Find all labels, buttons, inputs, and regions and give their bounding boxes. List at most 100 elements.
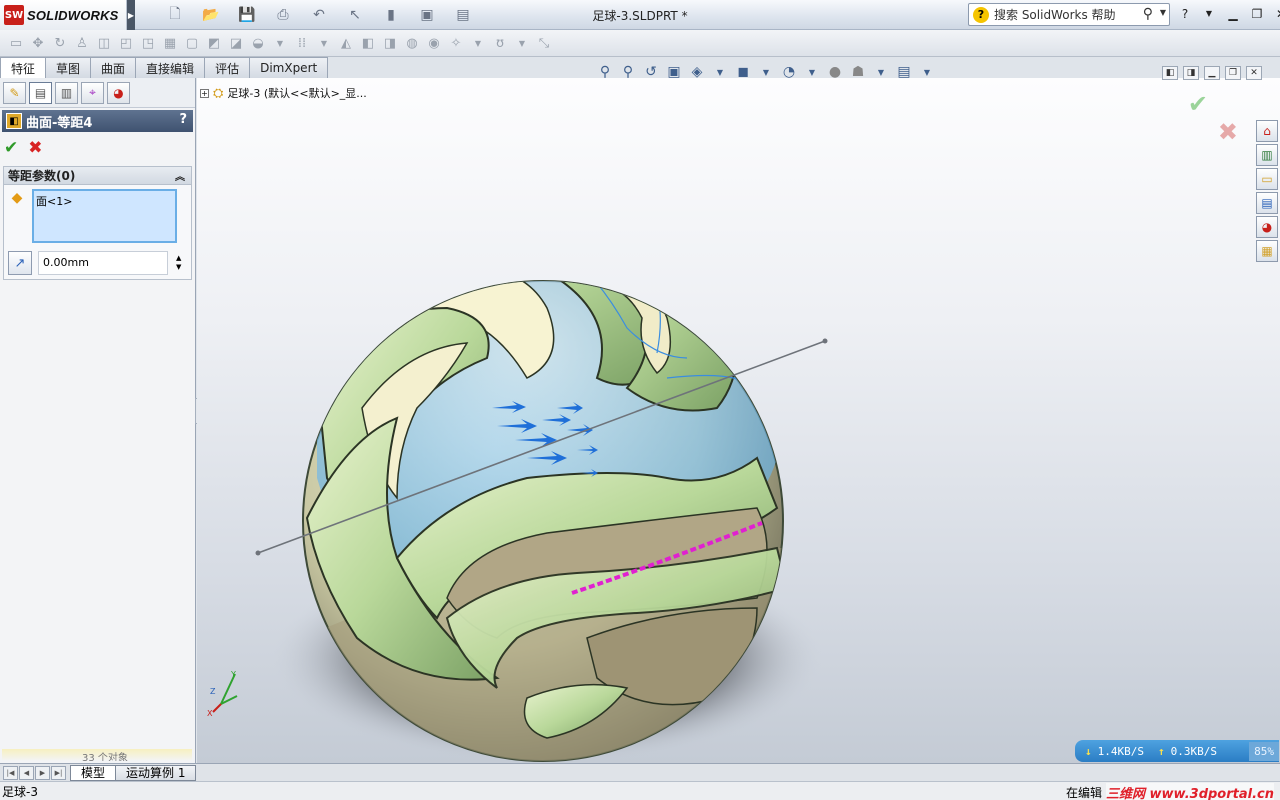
confirm-corner-ok-icon[interactable]: ✔ xyxy=(1188,90,1208,118)
cancel-button[interactable]: ✖ xyxy=(28,138,42,158)
view-settings-icon[interactable]: ▤ xyxy=(895,63,913,81)
reverse-direction-icon[interactable]: ↗ xyxy=(8,251,32,275)
menu-expand-arrow-icon[interactable]: ▶ xyxy=(127,0,135,30)
tab-evaluate[interactable]: 评估 xyxy=(204,57,251,78)
select-pointer-icon[interactable]: ↖ xyxy=(340,5,370,25)
display-style-icon[interactable]: ◼ xyxy=(734,63,752,81)
section-view-icon[interactable]: ▣ xyxy=(665,63,683,81)
open-document-icon[interactable]: 📂 xyxy=(196,5,226,25)
draft-icon[interactable]: ◩ xyxy=(204,33,224,53)
confirm-corner-cancel-icon[interactable]: ✖ xyxy=(1218,118,1238,146)
distance-spinner[interactable]: ▲ ▼ xyxy=(176,254,181,272)
zoom-to-area-icon[interactable]: ⚲ xyxy=(619,63,637,81)
solidworks-logo[interactable]: SW SOLIDWORKS xyxy=(0,0,127,30)
restore-icon[interactable]: ❐ xyxy=(1248,5,1266,22)
chevron-down-icon[interactable]: ▼ xyxy=(512,33,532,53)
chevron-down-icon[interactable]: ▼ xyxy=(1160,8,1166,17)
group-header[interactable]: 等距参数(0) ︽ xyxy=(4,167,191,185)
appearances-icon[interactable]: ◕ xyxy=(1256,216,1278,238)
prev-tab-icon[interactable]: ◀ xyxy=(19,765,34,780)
chevron-down-icon[interactable]: ▼ xyxy=(872,63,890,81)
first-tab-icon[interactable]: |◀ xyxy=(3,765,18,780)
display-manager-tab-icon[interactable]: ◕ xyxy=(107,81,130,104)
property-manager-tab-icon[interactable]: ▤ xyxy=(29,81,52,104)
collapse-icon[interactable]: ︽ xyxy=(175,168,185,183)
tab-sketch[interactable]: 草图 xyxy=(45,57,92,78)
hide-show-items-icon[interactable]: ◔ xyxy=(780,63,798,81)
shell-icon[interactable]: ▢ xyxy=(182,33,202,53)
dome-icon[interactable]: ◒ xyxy=(248,33,268,53)
tab-direct-editing[interactable]: 直接编辑 xyxy=(135,57,206,78)
expand-icon[interactable]: + xyxy=(200,88,209,98)
wrap-icon[interactable]: ◪ xyxy=(226,33,246,53)
extruded-boss-icon[interactable]: ▭ xyxy=(6,33,26,53)
tab-dimxpert[interactable]: DimXpert xyxy=(249,57,329,78)
soccer-ball-model[interactable] xyxy=(197,78,1280,763)
list-item[interactable]: 面<1> xyxy=(36,193,173,209)
last-tab-icon[interactable]: ▶| xyxy=(51,765,66,780)
resources-home-icon[interactable]: ⌂ xyxy=(1256,120,1278,142)
chevron-down-icon[interactable]: ▼ xyxy=(314,33,334,53)
search-icon[interactable]: ⚲ xyxy=(1143,6,1153,22)
sweep-icon[interactable]: ♙ xyxy=(72,33,92,53)
reference-geometry-icon[interactable]: ✧ xyxy=(446,33,466,53)
print-icon[interactable]: ⎙ xyxy=(268,5,298,25)
tab-surfaces[interactable]: 曲面 xyxy=(90,57,137,78)
chevron-down-icon[interactable]: ▼ xyxy=(803,63,821,81)
edit-appearance-icon[interactable]: ● xyxy=(826,63,844,81)
curves-icon[interactable]: ʊ xyxy=(490,33,510,53)
feature-tree-flyout[interactable]: + ⛭ 足球-3 (默认<<默认>_显... xyxy=(200,85,367,101)
move-icon[interactable]: ✥ xyxy=(28,33,48,53)
graphics-viewport[interactable]: + ⛭ 足球-3 (默认<<默认>_显... ✔ ✖ ⌂ ▥ ▭ ▤ ◕ ▦ Y… xyxy=(197,78,1280,763)
file-explorer-icon[interactable]: ▭ xyxy=(1256,168,1278,190)
chevron-down-icon[interactable]: ▼ xyxy=(270,33,290,53)
chevron-down-icon[interactable]: ▼ xyxy=(711,63,729,81)
options-icon[interactable]: ▤ xyxy=(448,5,478,25)
design-library-icon[interactable]: ▥ xyxy=(1256,144,1278,166)
combine-icon[interactable]: ◧ xyxy=(358,33,378,53)
apply-scene-icon[interactable]: ☗ xyxy=(849,63,867,81)
feature-manager-tab-icon[interactable]: ✎ xyxy=(3,81,26,104)
custom-properties-icon[interactable]: ▦ xyxy=(1256,240,1278,262)
chevron-down-icon[interactable]: ▼ xyxy=(468,33,488,53)
chevron-down-icon[interactable]: ▼ xyxy=(918,63,936,81)
view-palette-icon[interactable]: ▤ xyxy=(1256,192,1278,214)
pattern-icon[interactable]: ⁞⁞ xyxy=(292,33,312,53)
hole-wizard-icon[interactable]: ◉ xyxy=(424,33,444,53)
close-icon[interactable]: ✕ xyxy=(1272,5,1280,22)
help-button[interactable]: ? xyxy=(179,112,187,127)
tab-model[interactable]: 模型 xyxy=(70,764,117,781)
tab-motion-study[interactable]: 运动算例 1 xyxy=(115,764,197,781)
dimxpert-manager-tab-icon[interactable]: ⌖ xyxy=(81,81,104,104)
restore-icon[interactable]: ❐ xyxy=(1225,66,1241,80)
viewport-layout-icon[interactable]: ◧ xyxy=(1162,66,1178,80)
tree-root-label[interactable]: 足球-3 (默认<<默认>_显... xyxy=(227,85,366,101)
file-properties-icon[interactable]: ▣ xyxy=(412,5,442,25)
save-icon[interactable]: 💾 xyxy=(232,5,262,25)
view-orientation-icon[interactable]: ◈ xyxy=(688,63,706,81)
chevron-down-icon[interactable]: ▼ xyxy=(757,63,775,81)
chamfer-icon[interactable]: ◳ xyxy=(138,33,158,53)
viewport-layout2-icon[interactable]: ◨ xyxy=(1183,66,1199,80)
help-search-box[interactable]: ? 搜索 SolidWorks 帮助 ⚲ ▼ xyxy=(968,3,1170,26)
undo-icon[interactable]: ↶ xyxy=(304,5,334,25)
split-icon[interactable]: ◨ xyxy=(380,33,400,53)
rib-icon[interactable]: ▦ xyxy=(160,33,180,53)
rebuild-icon[interactable]: ▮ xyxy=(376,5,406,25)
loft-icon[interactable]: ◫ xyxy=(94,33,114,53)
new-document-icon[interactable]: 🗋 xyxy=(160,5,190,25)
face-selection-list[interactable]: 面<1> xyxy=(32,189,177,243)
next-tab-icon[interactable]: ▶ xyxy=(35,765,50,780)
search-input[interactable]: 搜索 SolidWorks 帮助 xyxy=(994,6,1116,23)
offset-distance-input[interactable]: 0.00mm xyxy=(38,251,168,275)
zoom-to-fit-icon[interactable]: ⚲ xyxy=(596,63,614,81)
intersect-icon[interactable]: ◍ xyxy=(402,33,422,53)
tab-features[interactable]: 特征 xyxy=(0,57,47,79)
minimize-icon[interactable]: ▁ xyxy=(1204,66,1220,80)
help-menu-button[interactable]: ? xyxy=(1176,5,1194,22)
close-icon[interactable]: ✕ xyxy=(1246,66,1262,80)
configuration-manager-tab-icon[interactable]: ▥ xyxy=(55,81,78,104)
instant3d-icon[interactable]: ⤡ xyxy=(534,33,554,53)
ok-button[interactable]: ✔ xyxy=(4,138,18,158)
chevron-down-icon[interactable]: ▼ xyxy=(1200,5,1218,22)
